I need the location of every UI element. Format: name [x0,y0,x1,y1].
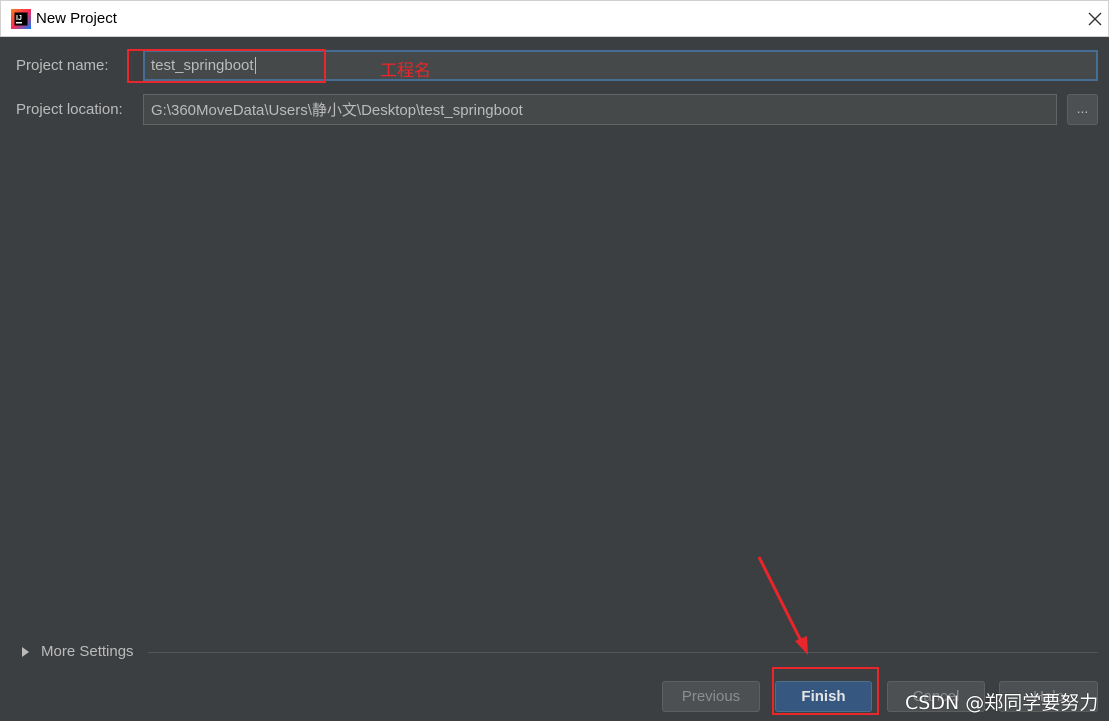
previous-button[interactable]: Previous [662,681,760,712]
red-arrow-icon [757,556,808,655]
window-title: New Project [36,10,117,27]
title-bar: IJ New Project [0,0,1109,37]
more-settings-label: More Settings [41,643,134,660]
more-settings-toggle[interactable]: More Settings [22,643,134,660]
project-location-value: G:\360MoveData\Users\静小文\Desktop\test_sp… [151,102,523,119]
intellij-idea-icon: IJ [11,9,31,29]
settings-divider [148,652,1098,653]
project-location-input[interactable]: G:\360MoveData\Users\静小文\Desktop\test_sp… [143,94,1057,125]
expand-triangle-icon [22,646,29,657]
project-name-label: Project name: [16,57,109,74]
name-highlight-box [127,49,326,83]
close-icon[interactable] [1085,9,1105,29]
csdn-watermark: CSDN @郑同学要努力 [905,692,1099,714]
finish-highlight-box [772,667,879,715]
project-location-label: Project location: [16,101,123,118]
name-annotation: 工程名 [380,61,431,81]
svg-text:IJ: IJ [16,15,22,22]
browse-button[interactable]: ... [1067,94,1098,125]
